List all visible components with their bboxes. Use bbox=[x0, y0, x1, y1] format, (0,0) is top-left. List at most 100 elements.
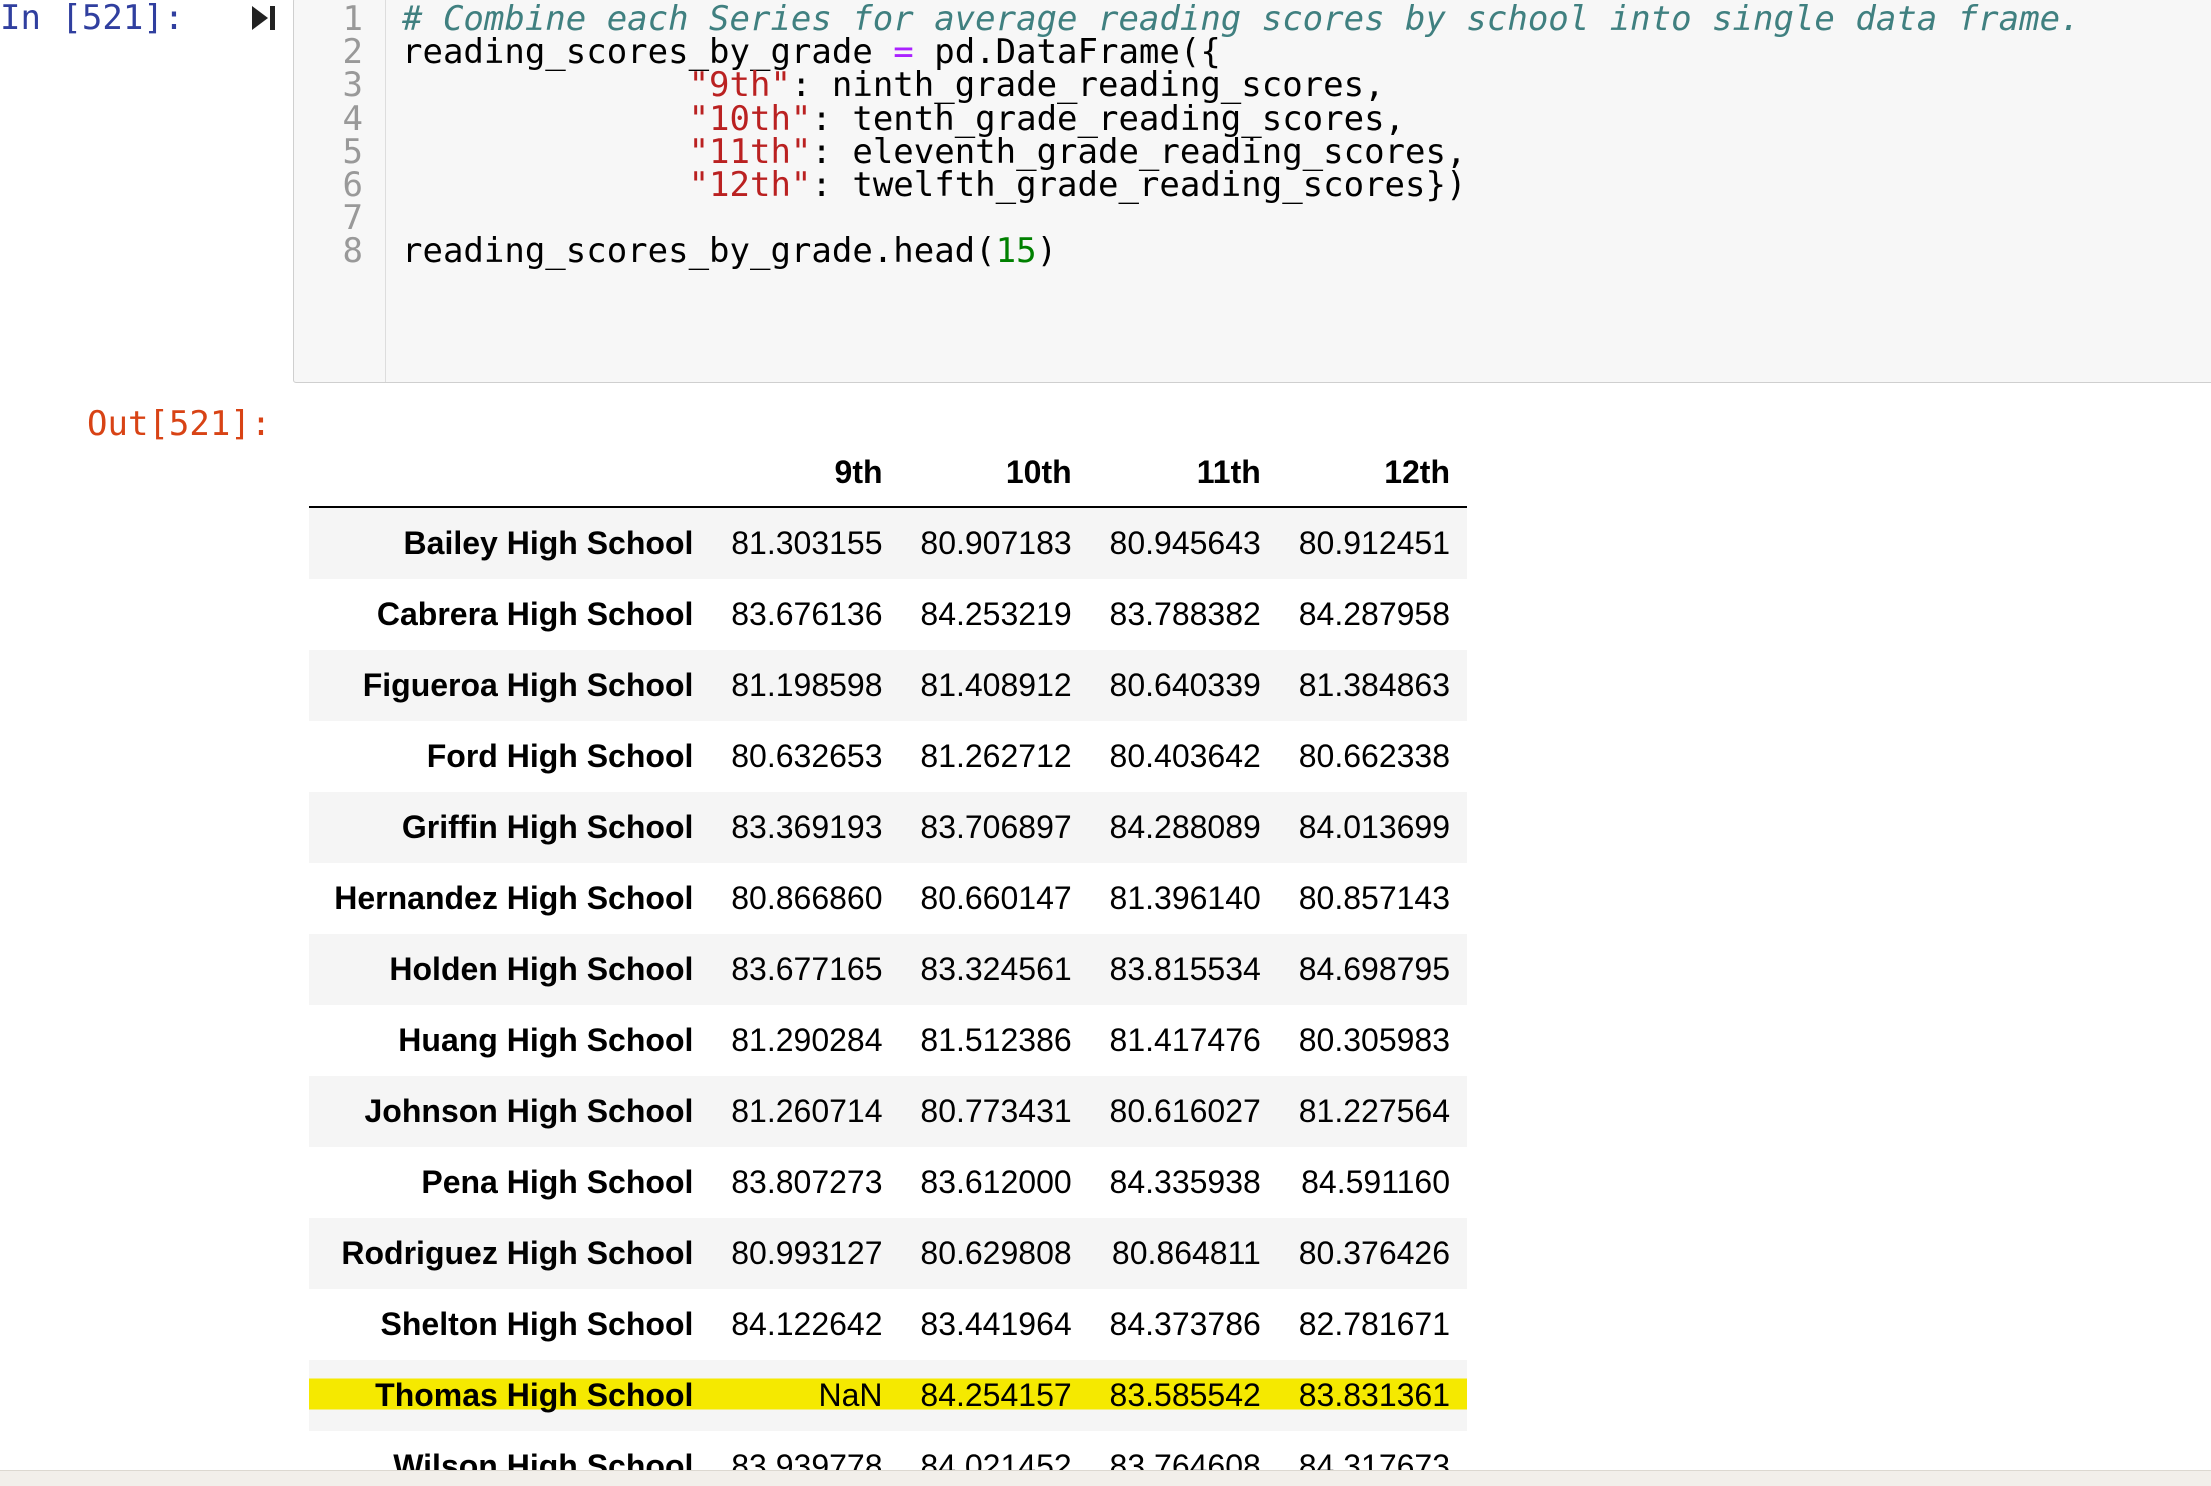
table-row: Bailey High School 81.303155 80.907183 80.9… bbox=[309, 507, 1467, 579]
table-cell: 83.369193 bbox=[731, 809, 883, 845]
table-cell: 80.616027 bbox=[1109, 1093, 1261, 1129]
table-cell: 81.512386 bbox=[920, 1022, 1072, 1058]
table-cell: 81.396140 bbox=[1109, 880, 1261, 916]
table-cell: 80.305983 bbox=[1298, 1022, 1450, 1058]
table-cell: 80.857143 bbox=[1298, 880, 1450, 916]
table-cell: 80.773431 bbox=[920, 1093, 1072, 1129]
table-row: Huang High School 81.290284 81.512386 81.41… bbox=[309, 1005, 1467, 1076]
table-cell: NaN bbox=[710, 1360, 900, 1431]
table-cell: 80.662338 bbox=[1298, 738, 1450, 774]
code-text: reading_scores_by_grade.head( bbox=[402, 231, 996, 271]
table-cell: 83.706897 bbox=[920, 809, 1072, 845]
row-index-school-name: Shelton High School bbox=[380, 1306, 694, 1342]
table-header-row: 9th 10th 11th 12th bbox=[309, 438, 1467, 508]
table-row: Rodriguez High School 80.993127 80.629808 8… bbox=[309, 1218, 1467, 1289]
table-cell: 81.384863 bbox=[1298, 667, 1450, 703]
column-header-9th: 9th bbox=[710, 438, 900, 508]
table-row: Cabrera High School 83.676136 84.253219 83.… bbox=[309, 579, 1467, 650]
table-cell: 80.629808 bbox=[920, 1235, 1072, 1271]
table-cell: 84.287958 bbox=[1298, 596, 1450, 632]
table-cell: 84.591160 bbox=[1301, 1164, 1450, 1200]
table-cell: 83.324561 bbox=[920, 951, 1072, 987]
table-cell: 83.612000 bbox=[920, 1164, 1072, 1200]
table-cell: 80.640339 bbox=[1109, 667, 1261, 703]
code-text: ) bbox=[1036, 231, 1058, 271]
table-cell: 84.253219 bbox=[920, 596, 1072, 632]
table-cell: 81.417476 bbox=[1109, 1022, 1261, 1058]
table-cell: 83.831361 bbox=[1277, 1360, 1467, 1431]
column-header-12th: 12th bbox=[1277, 438, 1467, 508]
table-cell: 81.408912 bbox=[920, 667, 1072, 703]
row-index-school-name: Huang High School bbox=[398, 1022, 694, 1058]
table-cell: 81.198598 bbox=[731, 667, 883, 703]
table-cell: 84.288089 bbox=[1109, 809, 1261, 845]
row-index-school-name: Bailey High School bbox=[403, 525, 694, 561]
line-number: 8 bbox=[342, 231, 363, 271]
table-row: Johnson High School 81.260714 80.773431 80.… bbox=[309, 1076, 1467, 1147]
table-cell: 80.632653 bbox=[731, 738, 883, 774]
code-string: "12th" bbox=[688, 165, 812, 205]
code-line-8: reading_scores_by_grade.head(15) bbox=[402, 231, 1057, 271]
table-cell: 84.373786 bbox=[1109, 1306, 1261, 1342]
column-header-10th: 10th bbox=[899, 438, 1089, 508]
table-row: Pena High School 83.807273 83.612000 84.335… bbox=[309, 1147, 1467, 1218]
table-cell: 83.676136 bbox=[731, 596, 883, 632]
table-cell: 84.254157 bbox=[899, 1360, 1089, 1431]
table-cell: 83.788382 bbox=[1109, 596, 1261, 632]
table-cell: 83.677165 bbox=[731, 951, 883, 987]
code-text: : twelfth_grade_reading_scores}) bbox=[811, 165, 1467, 205]
table-cell: 84.698795 bbox=[1298, 951, 1450, 987]
row-index-school-name: Hernandez High School bbox=[334, 880, 694, 916]
table-row: Hernandez High School 80.866860 80.660147 8… bbox=[309, 863, 1467, 934]
row-index-school-name: Griffin High School bbox=[401, 809, 694, 845]
output-prompt: Out[521]: bbox=[87, 404, 272, 444]
row-index-school-name: Holden High School bbox=[389, 951, 694, 987]
table-row: Figueroa High School 81.198598 81.408912 80… bbox=[309, 650, 1467, 721]
run-cell-icon[interactable] bbox=[248, 2, 280, 34]
table-cell: 84.122642 bbox=[731, 1306, 883, 1342]
input-prompt: In [521]: bbox=[0, 0, 185, 38]
table-cell: 81.290284 bbox=[731, 1022, 883, 1058]
table-cell: 81.303155 bbox=[731, 525, 883, 561]
table-cell: 80.907183 bbox=[920, 525, 1072, 561]
row-index-school-name: Figueroa High School bbox=[362, 667, 694, 703]
table-cell: 80.660147 bbox=[920, 880, 1072, 916]
table-cell: 83.807273 bbox=[731, 1164, 883, 1200]
table-cell: 81.227564 bbox=[1298, 1093, 1450, 1129]
line-number-gutter: 1 2 3 4 5 6 7 8 bbox=[294, 0, 386, 382]
code-line-6: "12th": twelfth_grade_reading_scores}) bbox=[402, 165, 1467, 205]
row-index-school-name: Ford High School bbox=[426, 738, 694, 774]
row-index-school-name: Rodriguez High School bbox=[341, 1235, 694, 1271]
table-cell: 84.013699 bbox=[1298, 809, 1450, 845]
table-cell: 83.441964 bbox=[920, 1306, 1072, 1342]
row-index-school-name: Pena High School bbox=[421, 1164, 694, 1200]
table-cell: 80.866860 bbox=[731, 880, 883, 916]
table-cell: 80.864811 bbox=[1111, 1235, 1261, 1271]
dataframe-output-table: 9th 10th 11th 12th Bailey High School 81.… bbox=[309, 438, 1467, 1486]
table-row: Thomas High School NaN 84.254157 83.585542 8… bbox=[309, 1360, 1467, 1431]
row-index-school-name: Johnson High School bbox=[364, 1093, 694, 1129]
table-row: Griffin High School 83.369193 83.706897 84.… bbox=[309, 792, 1467, 863]
table-cell: 80.403642 bbox=[1109, 738, 1261, 774]
table-cell: 83.585542 bbox=[1088, 1360, 1278, 1431]
table-body: Bailey High School 81.303155 80.907183 80.9… bbox=[309, 507, 1467, 1486]
column-header-11th: 11th bbox=[1088, 438, 1278, 508]
row-index-school-name: Cabrera High School bbox=[376, 596, 694, 632]
table-row: Ford High School 80.632653 81.262712 80.403… bbox=[309, 721, 1467, 792]
code-number: 15 bbox=[995, 231, 1037, 271]
row-index-school-name: Thomas High School bbox=[309, 1360, 711, 1431]
table-cell: 80.912451 bbox=[1298, 525, 1450, 561]
table-cell: 80.945643 bbox=[1109, 525, 1261, 561]
table-cell: 82.781671 bbox=[1298, 1306, 1450, 1342]
table-cell: 80.993127 bbox=[731, 1235, 883, 1271]
table-cell: 81.260714 bbox=[731, 1093, 883, 1129]
table-row: Holden High School 83.677165 83.324561 83.8… bbox=[309, 934, 1467, 1005]
table-cell: 80.376426 bbox=[1298, 1235, 1450, 1271]
table-cell: 83.815534 bbox=[1109, 951, 1261, 987]
table-cell: 84.335938 bbox=[1109, 1164, 1261, 1200]
code-cell-editor[interactable]: 1 2 3 4 5 6 7 8 # Combine each Series fo… bbox=[293, 0, 2211, 383]
window-bottom-edge bbox=[0, 1470, 2211, 1486]
table-row: Shelton High School 84.122642 83.441964 84.… bbox=[309, 1289, 1467, 1360]
index-header bbox=[309, 438, 711, 508]
